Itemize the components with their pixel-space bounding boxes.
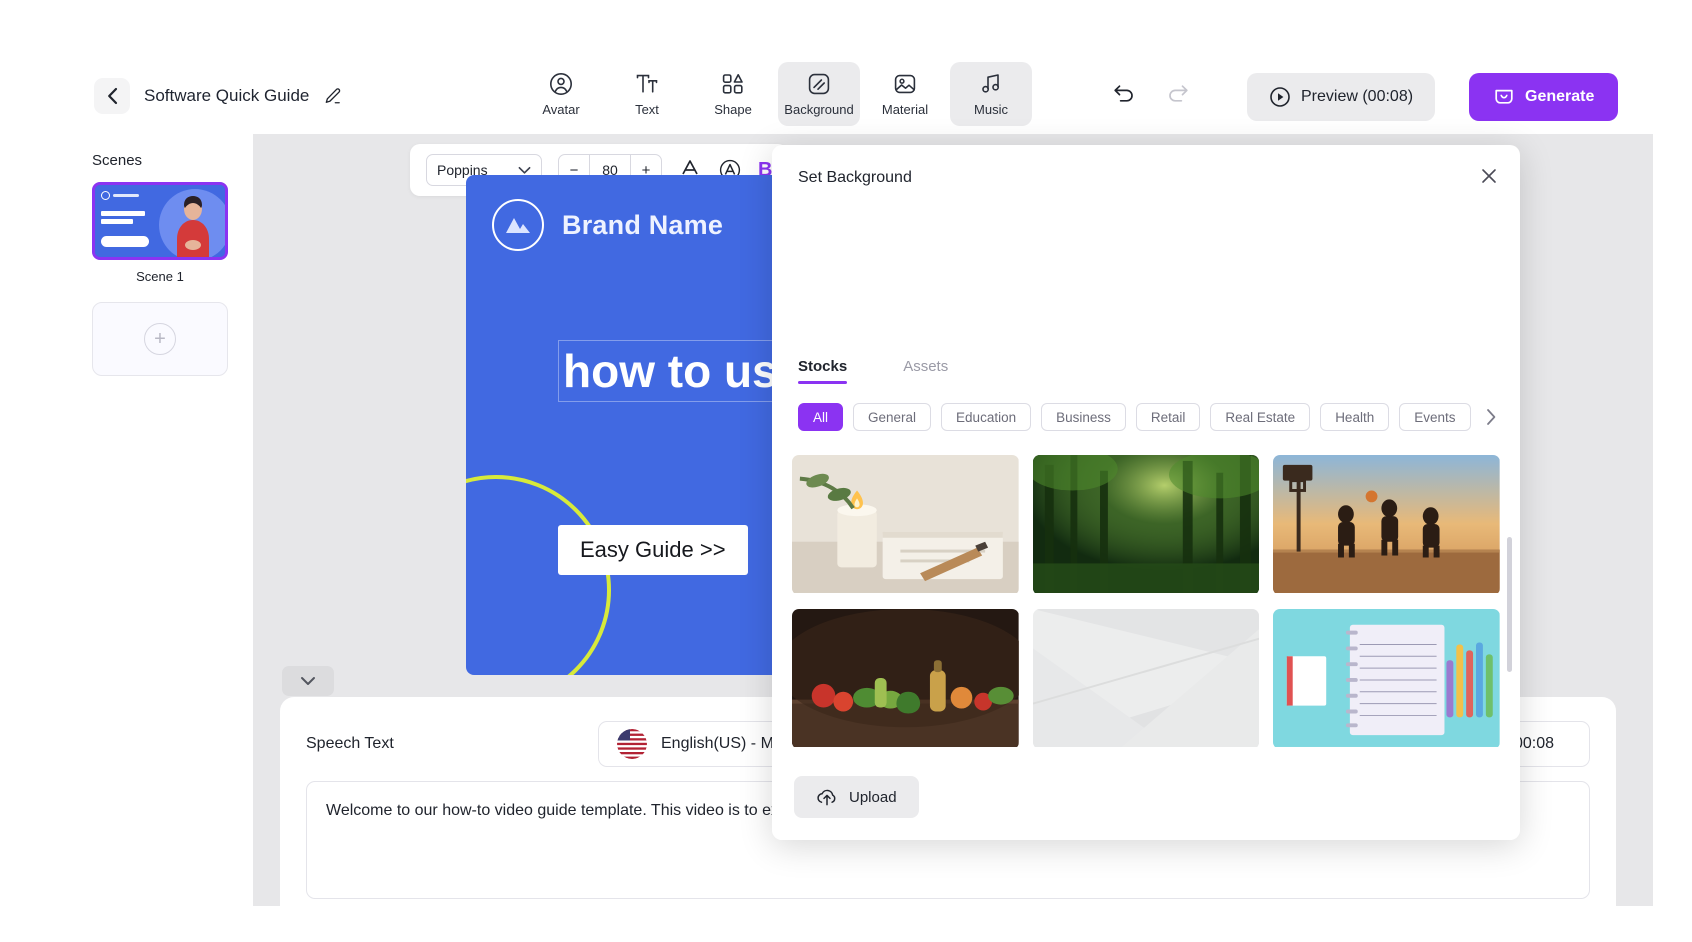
modal-tabs: Stocks Assets <box>798 358 948 384</box>
chip-retail[interactable]: Retail <box>1135 403 1201 431</box>
tile-art <box>792 609 1019 747</box>
tool-avatar[interactable]: Avatar <box>520 62 602 126</box>
mini-avatar-icon <box>177 196 209 257</box>
brand-name-text: Brand Name <box>562 209 724 240</box>
chip-all[interactable]: All <box>798 403 844 431</box>
mini-cta <box>101 236 149 247</box>
music-note-icon <box>982 74 999 93</box>
us-flag-icon <box>617 729 647 759</box>
tile-art <box>1032 609 1260 747</box>
mini-headline <box>101 211 145 227</box>
tile-art <box>1273 455 1500 593</box>
upload-label: Upload <box>849 788 897 806</box>
category-chips: All General Education Business Retail Re… <box>798 403 1498 431</box>
tool-label: Avatar <box>542 102 580 117</box>
tool-material[interactable]: Material <box>864 62 946 126</box>
stock-tile-school-supplies-notebook[interactable] <box>1273 609 1500 749</box>
edit-title-button[interactable] <box>323 87 342 106</box>
decorative-arc <box>466 475 611 675</box>
undo-button[interactable] <box>1112 82 1137 103</box>
stock-tile-grey-abstract-gradient[interactable] <box>1032 609 1260 749</box>
generate-button[interactable]: Generate <box>1469 73 1619 121</box>
back-button[interactable] <box>94 78 130 114</box>
modal-title: Set Background <box>798 169 912 186</box>
stock-tile-sunlit-green-forest[interactable] <box>1032 455 1260 595</box>
history-controls <box>1112 82 1190 103</box>
scenes-panel: Scenes Scene 1 + <box>0 134 253 906</box>
grid-scrollbar[interactable] <box>1507 537 1512 672</box>
tool-music[interactable]: Music <box>950 62 1032 126</box>
tool-label: Material <box>881 102 929 117</box>
chevron-down-icon <box>518 166 531 174</box>
tool-label: Background <box>784 102 854 117</box>
tool-label: Music <box>974 102 1008 117</box>
tab-assets[interactable]: Assets <box>903 358 948 384</box>
scene-thumbnail-1[interactable] <box>92 182 228 260</box>
shapes-icon <box>722 74 743 94</box>
chip-events[interactable]: Events <box>1399 403 1471 431</box>
add-scene-button[interactable]: + <box>92 302 228 376</box>
redo-arrow-icon <box>1169 85 1188 102</box>
stock-tile-candle-notebook-desk[interactable] <box>792 455 1019 595</box>
stock-tile-basketball-court-sunset[interactable] <box>1273 455 1500 595</box>
app-root: Software Quick Guide Avatar Text Shape B… <box>0 0 1692 942</box>
scene-label: Scene 1 <box>136 269 184 284</box>
cta-button[interactable]: Easy Guide >> <box>558 525 748 575</box>
tool-label: Text <box>635 102 659 117</box>
chip-education[interactable]: Education <box>941 403 1032 431</box>
close-modal-button[interactable] <box>1480 167 1498 190</box>
tile-art <box>1273 609 1500 747</box>
tool-shape[interactable]: Shape <box>692 62 774 126</box>
page-title: Software Quick Guide <box>144 86 310 105</box>
text-icon <box>636 74 658 93</box>
speech-text-label: Speech Text <box>306 735 394 752</box>
chevron-down-icon <box>301 677 315 685</box>
tab-stocks[interactable]: Stocks <box>798 358 848 384</box>
chip-business[interactable]: Business <box>1041 403 1126 431</box>
preview-label: Preview (00:08) <box>1301 88 1414 105</box>
close-icon <box>1482 169 1496 183</box>
tool-tabs: Avatar Text Shape Background Material Mu… <box>520 62 1032 126</box>
user-circle-icon <box>550 73 572 95</box>
mini-brand-text <box>113 194 139 197</box>
generate-label: Generate <box>1525 88 1595 105</box>
chip-general[interactable]: General <box>853 403 932 431</box>
top-bar: Software Quick Guide Avatar Text Shape B… <box>0 0 1692 134</box>
stock-tile-fresh-vegetables-table[interactable] <box>792 609 1019 749</box>
chevron-right-icon <box>1486 409 1495 425</box>
plus-icon: + <box>144 323 176 355</box>
preview-button[interactable]: Preview (00:08) <box>1247 73 1436 121</box>
tool-label: Shape <box>714 102 752 117</box>
collapse-panel-button[interactable] <box>282 666 334 696</box>
tile-art <box>1032 455 1260 593</box>
mini-logo-icon <box>101 191 110 200</box>
upload-button[interactable]: Upload <box>794 776 919 818</box>
scenes-title: Scenes <box>92 152 143 169</box>
tile-art <box>792 455 1019 593</box>
modal-footer: Upload <box>772 762 1520 840</box>
mountain-logo-icon <box>506 218 530 233</box>
image-icon <box>894 74 916 94</box>
scene-preview <box>95 185 225 257</box>
chips-next-button[interactable] <box>1485 407 1498 427</box>
chip-health[interactable]: Health <box>1320 403 1390 431</box>
pencil-icon <box>326 87 341 103</box>
redo-button[interactable] <box>1165 82 1190 103</box>
mini-brand <box>101 191 139 200</box>
video-chat-icon <box>1495 89 1513 104</box>
chip-real-estate[interactable]: Real Estate <box>1210 403 1311 431</box>
chevron-left-icon <box>107 87 117 105</box>
project-header: Software Quick Guide <box>94 78 342 114</box>
undo-arrow-icon <box>1114 85 1133 102</box>
background-icon <box>808 73 830 95</box>
brand-logo <box>492 199 544 251</box>
tool-text[interactable]: Text <box>606 62 688 126</box>
set-background-modal: Set Background Stocks Assets All General… <box>772 145 1520 840</box>
play-circle-icon <box>1270 87 1290 107</box>
brand-block[interactable]: Brand Name <box>492 199 723 251</box>
tool-background[interactable]: Background <box>778 62 860 126</box>
cloud-upload-icon <box>817 789 836 806</box>
